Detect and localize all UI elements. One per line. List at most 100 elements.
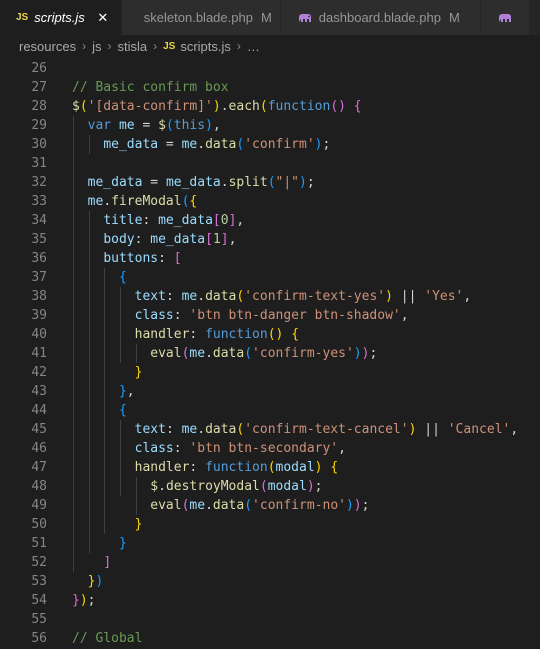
code-text: title: me_data[0], (72, 211, 244, 230)
code-token: 'confirm-text-yes' (244, 289, 386, 304)
code-line[interactable]: 32 me_data = me_data.split("|"); (0, 173, 540, 192)
line-number: 45 (31, 422, 47, 437)
code-token: 'confirm-text-cancel' (244, 422, 409, 437)
code-text: class: 'btn btn-danger btn-shadow', (72, 306, 409, 325)
code-line[interactable]: 41 eval(me.data('confirm-yes')); (0, 344, 540, 363)
code-line[interactable]: 47 handler: function(modal) { (0, 458, 540, 477)
code-text: handler: function() { (72, 325, 299, 344)
tab-skeleton-blade-php[interactable]: skeleton.blade.php M (121, 0, 281, 35)
code-line[interactable]: 31 (0, 154, 540, 173)
code-token: ; (322, 137, 331, 152)
code-line[interactable]: 42 } (0, 363, 540, 382)
code-line[interactable]: 27 // Basic confirm box (0, 78, 540, 97)
close-icon[interactable]: ✕ (95, 10, 111, 26)
code-token: // Global (72, 631, 143, 646)
code-token: ( (244, 346, 253, 361)
code-text: } (72, 363, 143, 382)
code-line[interactable]: 39 class: 'btn btn-danger btn-shadow', (0, 306, 540, 325)
line-number: 29 (31, 118, 47, 133)
code-line[interactable]: 56 // Global (0, 629, 540, 648)
php-elephant-icon (498, 13, 511, 22)
code-token: : (165, 422, 182, 437)
code-line[interactable]: 52 ] (0, 553, 540, 572)
code-line[interactable]: 49 eval(me.data('confirm-no')); (0, 496, 540, 515)
code-token: fireModal (111, 194, 182, 209)
tab-overflow[interactable] (480, 0, 530, 35)
breadcrumb-item-file[interactable]: scripts.js (180, 39, 231, 54)
code-line[interactable]: 40 handler: function() { (0, 325, 540, 344)
code-token: . (220, 99, 229, 114)
modified-status-badge: M (260, 10, 272, 25)
code-text: class: 'btn btn-secondary', (72, 439, 346, 458)
code-token: 'confirm-no' (252, 498, 346, 513)
code-token: handler (134, 327, 190, 342)
code-line[interactable]: 28 $('[data-confirm]').each(function() { (0, 97, 540, 116)
code-line[interactable]: 55 (0, 610, 540, 629)
code-line[interactable]: 34 title: me_data[0], (0, 211, 540, 230)
breadcrumb-item-js[interactable]: js (92, 39, 101, 54)
code-line[interactable]: 30 me_data = me.data('confirm'); (0, 135, 540, 154)
code-text: me_data = me.data('confirm'); (72, 135, 330, 154)
code-text: ] (72, 553, 111, 572)
code-token: this (173, 118, 206, 133)
code-line[interactable]: 45 text: me.data('confirm-text-cancel') … (0, 420, 540, 439)
code-line[interactable]: 44 { (0, 401, 540, 420)
code-text: { (72, 401, 127, 420)
code-line[interactable]: 48 $.destroyModal(modal); (0, 477, 540, 496)
code-line[interactable]: 33 me.fireModal({ (0, 192, 540, 211)
code-text: { (72, 268, 127, 287)
code-token: each (228, 99, 260, 114)
code-token: . (205, 346, 213, 361)
code-token: } (134, 517, 143, 532)
code-line[interactable]: 35 body: me_data[1], (0, 230, 540, 249)
code-token: [ (205, 232, 213, 247)
code-token: me (181, 137, 198, 152)
code-line[interactable]: 37 { (0, 268, 540, 287)
code-token: } (118, 536, 127, 551)
code-token: ) (306, 479, 315, 494)
code-token: () (267, 327, 284, 342)
code-line[interactable]: 43 }, (0, 382, 540, 401)
code-text: }); (72, 591, 95, 610)
tab-dashboard-blade-php[interactable]: dashboard.blade.php M (280, 0, 481, 35)
code-token: ) (385, 289, 393, 304)
code-line[interactable]: 51 } (0, 534, 540, 553)
code-token: . (197, 289, 206, 304)
code-line[interactable]: 29 var me = $(this), (0, 116, 540, 135)
code-token: } (118, 384, 127, 399)
code-line[interactable]: 26 (0, 59, 540, 78)
code-token: me_data (158, 213, 213, 228)
breadcrumb-item-resources[interactable]: resources (19, 39, 76, 54)
tab-scripts-js[interactable]: JS scripts.js ✕ (0, 0, 122, 35)
code-token: || (392, 289, 425, 304)
code-line[interactable]: 54}); (0, 591, 540, 610)
line-number: 36 (31, 251, 47, 266)
code-editor[interactable]: 26 27// Basic confirm box 28 $('[data-confi… (0, 57, 540, 649)
code-token: ) (212, 99, 221, 114)
code-line[interactable]: 38 text: me.data('confirm-text-yes') || … (0, 287, 540, 306)
line-number: 50 (31, 517, 47, 532)
code-token: 'Cancel' (447, 422, 511, 437)
code-text: var me = $(this), (72, 116, 221, 135)
code-text: body: me_data[1], (72, 230, 236, 249)
code-line[interactable]: 50 } (0, 515, 540, 534)
code-token: . (197, 422, 206, 437)
code-line[interactable]: 46 class: 'btn btn-secondary', (0, 439, 540, 458)
breadcrumb-item-stisla[interactable]: stisla (117, 39, 147, 54)
code-token: data (212, 498, 245, 513)
code-token: handler (134, 460, 190, 475)
breadcrumb-item-symbol[interactable]: … (247, 39, 260, 54)
code-line[interactable]: 36 buttons: [ (0, 249, 540, 268)
code-token: ; (306, 175, 315, 190)
code-line[interactable]: 53 }) (0, 572, 540, 591)
